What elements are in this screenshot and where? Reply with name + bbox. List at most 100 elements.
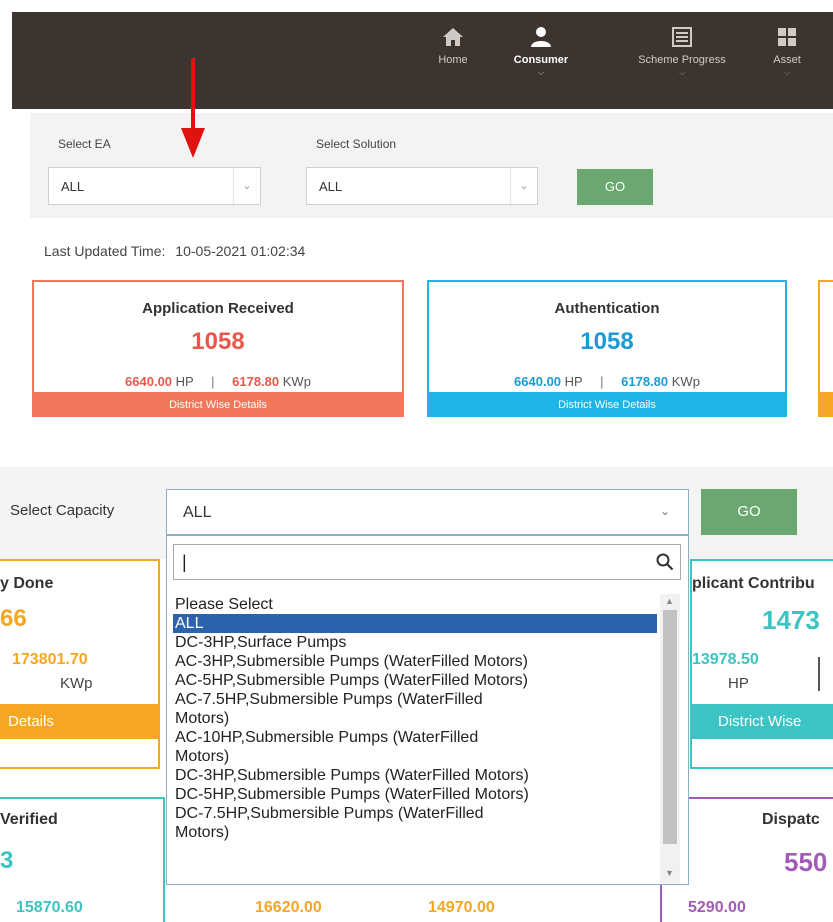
- chevron-down-icon: ⌄: [510, 168, 537, 204]
- hp-value: 6640.00: [514, 374, 562, 389]
- card-title: Verified: [0, 811, 58, 828]
- district-wise-details-link[interactable]: District Wise Details: [429, 392, 785, 417]
- kwp-unit: KWp: [282, 374, 311, 389]
- option-dc-5hp-submersible[interactable]: DC-5HP,Submersible Pumps (WaterFilled Mo…: [173, 785, 657, 804]
- go-button[interactable]: GO: [577, 169, 653, 205]
- option-ac-10hp-submersible-cont[interactable]: Motors): [173, 747, 657, 766]
- capacity-go-button[interactable]: GO: [701, 489, 797, 535]
- nav-item-scheme-progress[interactable]: Scheme Progress ⌵: [617, 26, 747, 78]
- scrollbar-thumb[interactable]: [663, 610, 677, 844]
- kwp-value: 173801.70: [12, 651, 88, 668]
- hp-unit: HP: [564, 374, 583, 389]
- nav-item-asset[interactable]: Asset ⌵: [767, 26, 807, 78]
- card-applicant-contribution: plicant Contribu 1473 13978.50 HP Distri…: [690, 559, 833, 769]
- capacity-search-input[interactable]: |: [173, 544, 681, 580]
- nav-item-home[interactable]: Home: [428, 26, 478, 66]
- option-ac-3hp-submersible[interactable]: AC-3HP,Submersible Pumps (WaterFilled Mo…: [173, 652, 657, 671]
- capacity-select-value: ALL: [183, 504, 212, 521]
- top-screenshot-panel: Home Consumer ⌵ Scheme Progress ⌵ Asset …: [12, 12, 833, 417]
- last-updated-value: 10-05-2021 01:02:34: [175, 243, 306, 259]
- stat-separator: |: [600, 374, 604, 389]
- hp-unit: HP: [175, 374, 194, 389]
- nav-item-label: Consumer: [513, 54, 569, 66]
- option-ac-7-5hp-submersible-cont[interactable]: Motors): [173, 709, 657, 728]
- user-icon: [531, 27, 551, 47]
- district-wise-details-link[interactable]: District Wise: [692, 704, 833, 739]
- red-arrow-annotation: [181, 58, 205, 158]
- search-icon: [656, 553, 674, 571]
- card-title: Dispatc: [762, 811, 820, 828]
- card-stats: 6640.00 HP | 6178.80 KWp: [429, 374, 785, 389]
- dropdown-scrollbar[interactable]: ▲ ▼: [660, 594, 680, 884]
- card-application-received: Application Received 1058 6640.00 HP | 6…: [32, 280, 404, 417]
- ea-select-value: ALL: [61, 179, 85, 194]
- nav-item-label: Home: [438, 54, 468, 66]
- search-cursor: |: [182, 552, 187, 572]
- card-partial-footer: [820, 392, 833, 417]
- chevron-down-icon: ⌵: [783, 68, 791, 77]
- partial-value: 16620.00: [255, 899, 322, 916]
- kwp-value: 6178.80: [621, 374, 669, 389]
- hp-value: 13978.50: [692, 651, 759, 668]
- grid-icon: [778, 28, 796, 46]
- partial-value: 14970.00: [428, 899, 495, 916]
- card-count: 1058: [580, 328, 634, 355]
- card-count: 66: [0, 605, 27, 632]
- card-count: 1473: [762, 605, 820, 635]
- option-ac-7-5hp-submersible[interactable]: AC-7.5HP,Submersible Pumps (WaterFilled: [173, 690, 657, 709]
- scroll-down-icon: ▼: [665, 868, 674, 878]
- option-dc-3hp-submersible[interactable]: DC-3HP,Submersible Pumps (WaterFilled Mo…: [173, 766, 657, 785]
- capacity-options-list: Please Select ALL DC-3HP,Surface Pumps A…: [173, 595, 657, 885]
- card-survey-done: y Done 66 173801.70 KWp Details: [0, 559, 160, 769]
- value: 5290.00: [688, 899, 746, 916]
- chevron-down-icon: ⌄: [659, 504, 670, 518]
- nav-item-label: Asset: [773, 54, 801, 66]
- hp-unit: HP: [728, 675, 749, 692]
- last-updated: Last Updated Time: 10-05-2021 01:02:34: [44, 243, 305, 259]
- capacity-dropdown: | Please Select ALL DC-3HP,Surface Pumps…: [166, 535, 689, 885]
- option-all[interactable]: ALL: [173, 614, 657, 633]
- nav-item-consumer[interactable]: Consumer ⌵: [506, 26, 576, 78]
- option-dc-3hp-surface[interactable]: DC-3HP,Surface Pumps: [173, 633, 657, 652]
- card-count: 1058: [191, 328, 245, 355]
- card-count: 550: [784, 847, 828, 877]
- value: 15870.60: [16, 899, 83, 916]
- card-verified: Verified 3 15870.60: [0, 797, 165, 922]
- card-title: y Done: [0, 575, 54, 592]
- option-please-select[interactable]: Please Select: [173, 595, 657, 614]
- kwp-unit: KWp: [671, 374, 700, 389]
- home-icon: [443, 28, 463, 46]
- screenshot-divider: [0, 417, 833, 467]
- option-ac-5hp-submersible[interactable]: AC-5HP,Submersible Pumps (WaterFilled Mo…: [173, 671, 657, 690]
- card-stats: 6640.00 HP | 6178.80 KWp: [34, 374, 402, 389]
- card-title: plicant Contribu: [692, 575, 815, 592]
- list-icon: [672, 27, 692, 47]
- card-title: Authentication: [554, 300, 660, 317]
- hp-value: 6640.00: [125, 374, 173, 389]
- option-ac-10hp-submersible[interactable]: AC-10HP,Submersible Pumps (WaterFilled: [173, 728, 657, 747]
- chevron-down-icon: ⌵: [678, 68, 686, 77]
- capacity-label: Select Capacity: [10, 502, 115, 519]
- card-count: 3: [0, 847, 14, 874]
- district-wise-details-link[interactable]: Details: [0, 704, 158, 739]
- chevron-down-icon: ⌵: [537, 68, 545, 77]
- option-dc-7-5hp-submersible-cont[interactable]: Motors): [173, 823, 657, 842]
- card-title: Application Received: [142, 300, 294, 317]
- kwp-unit: KWp: [60, 675, 93, 692]
- capacity-select[interactable]: ALL ⌄: [166, 489, 689, 535]
- solution-select-value: ALL: [319, 179, 343, 194]
- stat-separator: [818, 657, 820, 691]
- solution-select[interactable]: ALL ⌄: [306, 167, 538, 205]
- chevron-down-icon: ⌄: [233, 168, 260, 204]
- scroll-up-icon: ▲: [665, 596, 674, 606]
- district-wise-details-link[interactable]: District Wise Details: [34, 392, 402, 417]
- ea-label: Select EA: [58, 137, 111, 151]
- ea-select[interactable]: ALL ⌄: [48, 167, 261, 205]
- stat-separator: |: [211, 374, 215, 389]
- nav-item-label: Scheme Progress: [638, 54, 726, 66]
- kwp-value: 6178.80: [232, 374, 280, 389]
- option-dc-7-5hp-submersible[interactable]: DC-7.5HP,Submersible Pumps (WaterFilled: [173, 804, 657, 823]
- filter-bar: Select EA ALL ⌄ Select Solution ALL ⌄ GO: [30, 113, 833, 218]
- bottom-screenshot-panel: Select Capacity y Done 66 173801.70 KWp …: [0, 467, 833, 922]
- card-authentication: Authentication 1058 6640.00 HP | 6178.80…: [427, 280, 787, 417]
